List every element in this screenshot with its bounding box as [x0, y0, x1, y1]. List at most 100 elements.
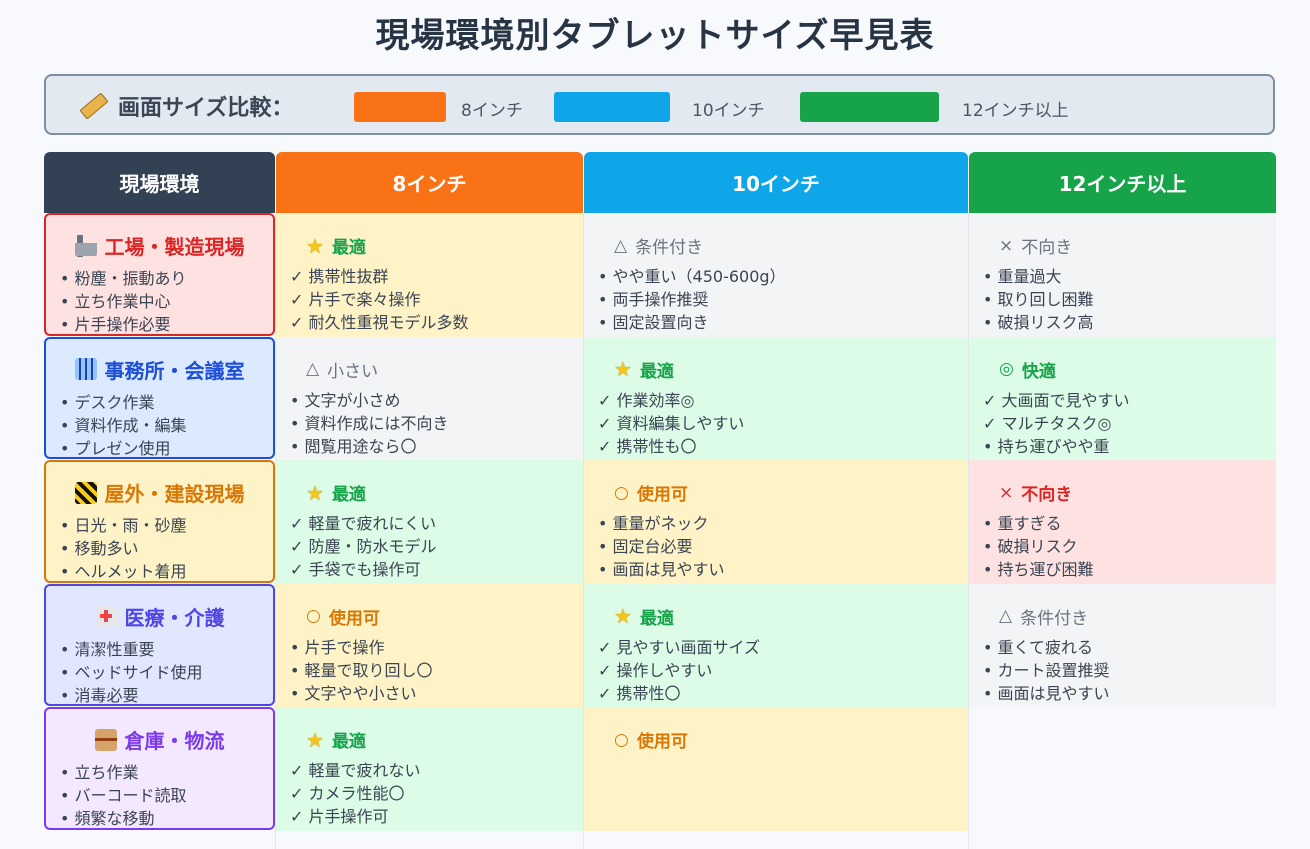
rating-mark-icon: ×: [999, 235, 1014, 256]
rating-mark-icon: ○: [614, 729, 629, 750]
cell-bullet: • やや重い（450-600g）: [598, 267, 786, 286]
cell-bullet: • 破損リスク: [983, 537, 1078, 556]
rating-title-text: 不向き: [1021, 238, 1073, 258]
package-icon: [94, 728, 117, 751]
env-title-text: 事務所・会議室: [104, 358, 245, 383]
legend-label-12: 12インチ以上: [962, 101, 1069, 121]
rating-cell-c12: × 不向き • 重量過大 • 取り回し困難 • 破損リスク高: [969, 213, 1276, 337]
rating-title: △ 小さい: [306, 357, 378, 382]
cell-bullet-list: ✓ 携帯性抜群 ✓ 片手で楽々操作 ✓ 耐久性重視モデル多数: [290, 265, 469, 334]
cell-bullet-list: ✓ 軽量で疲れにくい ✓ 防塵・防水モデル ✓ 手袋でも操作可: [290, 512, 437, 581]
rating-title: ○ 使用可: [306, 604, 380, 629]
cell-bullet-list: ✓ 見やすい画面サイズ ✓ 操作しやすい ✓ 携帯性〇: [598, 636, 760, 705]
star-icon: ★: [614, 357, 632, 381]
cell-bullet: • 重すぎる: [983, 514, 1062, 533]
rating-title: ★ 最適: [306, 727, 366, 753]
rating-cell-c8: ★ 最適 ✓ 携帯性抜群 ✓ 片手で楽々操作 ✓ 耐久性重視モデル多数: [276, 213, 583, 337]
legend-label: 画面サイズ比較：: [118, 96, 294, 121]
cell-bullet: ✓ 見やすい画面サイズ: [598, 637, 761, 657]
rating-title-text: 最適: [639, 608, 674, 629]
cell-bullet: ✓ 片手で楽々操作: [290, 290, 421, 309]
cell-bullet-list: • やや重い（450-600g） • 両手操作推奨 • 固定設置向き: [598, 265, 786, 334]
office-building-icon: [74, 358, 97, 380]
cell-bullet: • 破損リスク高: [983, 313, 1094, 332]
cell-bullet: ✓ 資料編集しやすい: [598, 413, 745, 433]
rating-title-text: 使用可: [636, 732, 688, 752]
cell-bullet: • 軽量で取り回し〇: [290, 660, 433, 680]
env-title: 屋外・建設現場: [46, 478, 273, 507]
size-legend: 画面サイズ比較： 8インチ 10インチ 12インチ以上: [44, 74, 1275, 135]
rating-cell-c12: × 不向き • 重すぎる • 破損リスク • 持ち運び困難: [969, 460, 1276, 584]
cell-bullet: • 重量過大: [983, 267, 1062, 286]
star-icon: ★: [306, 233, 324, 258]
cell-bullet: ✓ 作業効率◎: [598, 390, 695, 410]
cell-bullet-list: ✓ 作業効率◎ ✓ 資料編集しやすい ✓ 携帯性も〇: [598, 389, 744, 458]
env-title-text: 屋外・建設現場: [104, 482, 245, 506]
cell-bullet-list: • 重すぎる • 破損リスク • 持ち運び困難: [983, 512, 1094, 581]
env-title: 医療・介護: [46, 602, 273, 631]
cell-bullet: • 画面は見やすい: [598, 560, 725, 579]
cell-bullet: • 持ち運び困難: [983, 560, 1094, 579]
cell-bullet: • 立ち作業中心: [60, 292, 171, 311]
cell-bullet-list: • 片手で操作 • 軽量で取り回し〇 • 文字やや小さい: [290, 636, 433, 705]
env-cell: 医療・介護 • 清潔性重要 • ベッドサイド使用 • 消毒必要: [44, 583, 275, 707]
cell-bullet: ✓ 大画面で見やすい: [983, 390, 1130, 410]
cell-bullet: • プレゼン使用: [60, 438, 171, 458]
env-cell: 倉庫・物流 • 立ち作業 • バーコード読取 • 頻繁な移動: [44, 707, 275, 830]
rating-title: ★ 最適: [614, 357, 674, 382]
cell-bullet: • 立ち作業: [60, 763, 139, 782]
legend-label-10: 10インチ: [692, 101, 765, 121]
rating-cell-c10: ○ 使用可 • 重量がネック • 固定台必要 • 画面は見やすい: [584, 460, 968, 584]
env-cell: 工場・製造現場 • 粉塵・振動あり • 立ち作業中心 • 片手操作必要: [44, 213, 275, 336]
cell-bullet-list: • 清潔性重要 • ベッドサイド使用 • 消毒必要: [60, 638, 203, 707]
cell-bullet: ✓ 手袋でも操作可: [290, 560, 421, 579]
legend-label-8: 8インチ: [461, 101, 523, 121]
cell-bullet: • 移動多い: [60, 539, 139, 558]
rating-title: × 不向き: [999, 233, 1073, 259]
cell-bullet: • 粉塵・振動あり: [60, 269, 187, 288]
header-env: 現場環境: [44, 152, 275, 213]
cell-bullet: ✓ 操作しやすい: [598, 660, 713, 680]
rating-title-text: 不向き: [1021, 485, 1073, 505]
cell-bullet: ✓ 軽量で疲れにくい: [290, 514, 437, 533]
star-icon: ★: [306, 727, 324, 752]
rating-title: ★ 最適: [306, 480, 366, 506]
cell-bullet: • 固定設置向き: [598, 313, 709, 332]
cell-bullet: • 重くて疲れる: [983, 637, 1094, 657]
cell-bullet: • 消毒必要: [60, 685, 139, 705]
rating-cell-c8: ○ 使用可 • 片手で操作 • 軽量で取り回し〇 • 文字やや小さい: [276, 583, 583, 707]
rating-title: △ 条件付き: [614, 233, 703, 259]
rating-title: △ 条件付き: [999, 604, 1088, 629]
cell-bullet: ✓ 携帯性抜群: [290, 267, 389, 286]
cell-bullet: • バーコード読取: [60, 786, 187, 805]
star-icon: ★: [614, 604, 632, 628]
rating-cell-c10: ○ 使用可: [584, 707, 968, 831]
rating-cell-c12: △ 条件付き • 重くて疲れる • カート設置推奨 • 画面は見やすい: [969, 583, 1276, 707]
cell-bullet-list: • 重量がネック • 固定台必要 • 画面は見やすい: [598, 512, 725, 581]
rating-title: ○ 使用可: [614, 480, 688, 506]
cell-bullet: • ヘルメット着用: [60, 562, 187, 581]
cell-bullet: • 片手で操作: [290, 637, 385, 657]
rating-mark-icon: ◎: [999, 359, 1014, 379]
rating-title: ★ 最適: [306, 233, 366, 259]
cell-bullet-list: • デスク作業 • 資料作成・編集 • プレゼン使用: [60, 391, 187, 460]
cell-bullet: • ベッドサイド使用: [60, 662, 203, 682]
cell-bullet: ✓ 軽量で疲れない: [290, 761, 421, 780]
rating-mark-icon: △: [999, 606, 1013, 626]
cell-bullet-list: • 重量過大 • 取り回し困難 • 破損リスク高: [983, 265, 1094, 334]
env-title: 倉庫・物流: [46, 725, 273, 754]
rating-title: × 不向き: [999, 480, 1073, 506]
header-12-inch: 12インチ以上: [969, 152, 1276, 213]
rating-title: ★ 最適: [614, 604, 674, 629]
cell-bullet: ✓ 防塵・防水モデル: [290, 537, 437, 556]
rating-mark-icon: △: [306, 359, 320, 379]
page-title: 現場環境別タブレットサイズ早見表: [375, 16, 935, 56]
cell-bullet: ✓ 携帯性〇: [598, 683, 681, 703]
cell-bullet: • 文字やや小さい: [290, 683, 417, 703]
cell-bullet: • 両手操作推奨: [598, 290, 709, 309]
rating-mark-icon: △: [614, 235, 628, 256]
construction-barrier-icon: [74, 481, 97, 504]
cell-bullet-list: • 文字が小さめ • 資料作成には不向き • 閲覧用途なら〇: [290, 389, 449, 458]
cell-bullet: ✓ 片手操作可: [290, 807, 389, 826]
cell-bullet-list: • 立ち作業 • バーコード読取 • 頻繁な移動: [60, 761, 187, 830]
